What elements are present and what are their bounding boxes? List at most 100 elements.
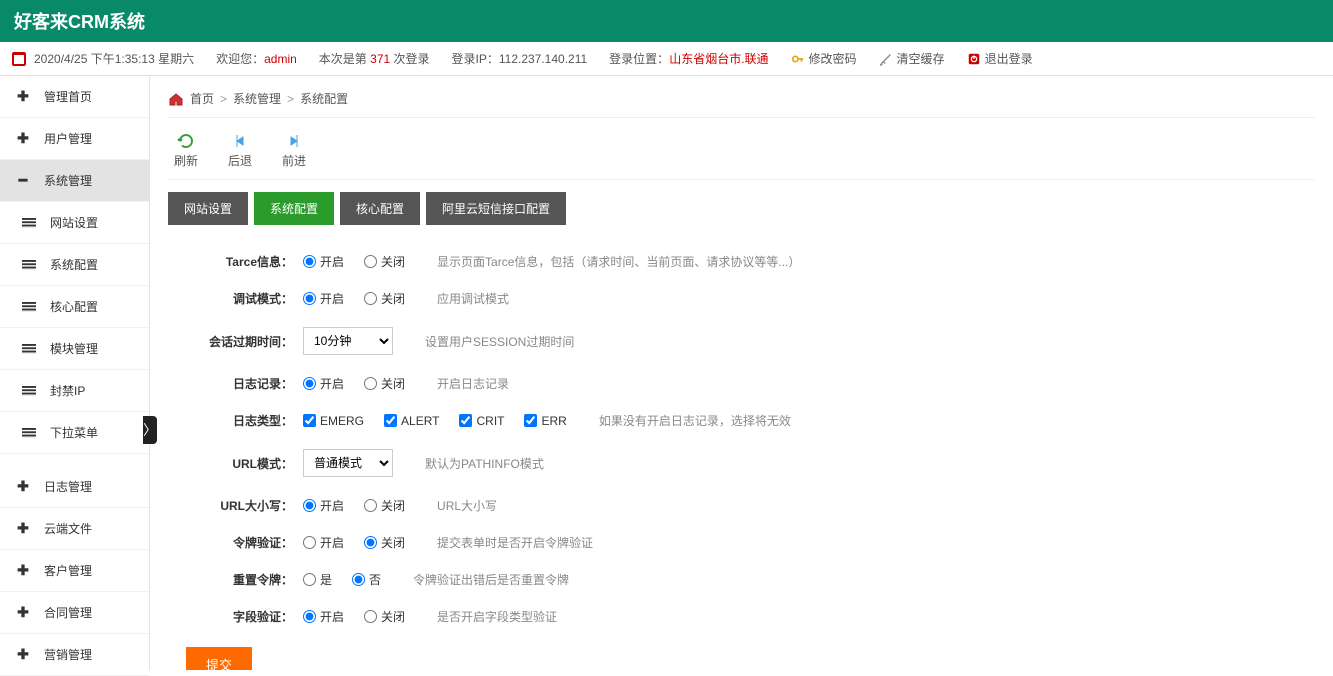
sidebar-item-8[interactable]: 下拉菜单 xyxy=(0,412,149,454)
breadcrumb-l2: 系统配置 xyxy=(300,90,348,107)
radio-urlcase-on[interactable]: 开启 xyxy=(303,497,344,514)
sidebar-item-9[interactable]: ✚日志管理 xyxy=(0,466,149,508)
sidebar-item-0[interactable]: ✚管理首页 xyxy=(0,76,149,118)
sidebar-item-12[interactable]: ✚合同管理 xyxy=(0,592,149,634)
refresh-button[interactable]: 刷新 xyxy=(174,132,198,169)
radio-input[interactable] xyxy=(303,255,316,268)
radio-input[interactable] xyxy=(364,536,377,549)
checkbox-err[interactable]: ERR xyxy=(524,414,566,428)
radio-debug-off[interactable]: 关闭 xyxy=(364,290,405,307)
change-password-link[interactable]: 修改密码 xyxy=(791,50,857,67)
forward-button[interactable]: 前进 xyxy=(282,132,306,169)
row-desc: 显示页面Tarce信息，包括（请求时间、当前页面、请求协议等等...） xyxy=(437,253,800,270)
checkbox-emerg[interactable]: EMERG xyxy=(303,414,364,428)
radio-input[interactable] xyxy=(303,499,316,512)
row-token: 令牌验证：开启关闭提交表单时是否开启令牌验证 xyxy=(168,524,1315,561)
radio-label: 开启 xyxy=(320,497,344,514)
radio-input[interactable] xyxy=(303,536,316,549)
row-field: 字段验证：开启关闭是否开启字段类型验证 xyxy=(168,598,1315,635)
radio-token-off[interactable]: 关闭 xyxy=(364,534,405,551)
radio-field-on[interactable]: 开启 xyxy=(303,608,344,625)
sidebar-item-label: 用户管理 xyxy=(44,130,92,147)
sidebar-item-10[interactable]: ✚云端文件 xyxy=(0,508,149,550)
sidebar-item-11[interactable]: ✚客户管理 xyxy=(0,550,149,592)
radio-trace-on[interactable]: 开启 xyxy=(303,253,344,270)
select-urlmode[interactable]: 普通模式 xyxy=(303,449,393,477)
checkbox-input[interactable] xyxy=(303,414,316,427)
sidebar-item-6[interactable]: 模块管理 xyxy=(0,328,149,370)
sidebar-item-label: 客户管理 xyxy=(44,562,92,579)
checkbox-input[interactable] xyxy=(524,414,537,427)
radio-input[interactable] xyxy=(364,610,377,623)
plus-icon: ✚ xyxy=(16,648,30,662)
row-control: 开启 关闭 应用调试模式 xyxy=(303,290,509,307)
logout-link[interactable]: 退出登录 xyxy=(967,50,1033,67)
checkbox-alert[interactable]: ALERT xyxy=(384,414,439,428)
sidebar-item-5[interactable]: 核心配置 xyxy=(0,286,149,328)
radio-input[interactable] xyxy=(364,255,377,268)
radio-input[interactable] xyxy=(303,610,316,623)
plus-icon: ✚ xyxy=(16,132,30,146)
row-log: 日志记录：开启关闭开启日志记录 xyxy=(168,365,1315,402)
list-icon xyxy=(22,344,36,354)
tab-3[interactable]: 阿里云短信接口配置 xyxy=(426,192,566,225)
config-form: Tarce信息：开启关闭显示页面Tarce信息，包括（请求时间、当前页面、请求协… xyxy=(168,243,1315,635)
submit-button[interactable]: 提交 xyxy=(186,647,252,670)
radio-urlcase-off[interactable]: 关闭 xyxy=(364,497,405,514)
radio-input[interactable] xyxy=(303,377,316,390)
radio-token-on[interactable]: 开启 xyxy=(303,534,344,551)
row-desc: 设置用户SESSION过期时间 xyxy=(425,333,574,350)
tab-2[interactable]: 核心配置 xyxy=(340,192,420,225)
tab-1[interactable]: 系统配置 xyxy=(254,192,334,225)
radio-input[interactable] xyxy=(303,573,316,586)
plus-icon: ✚ xyxy=(16,90,30,104)
select-session[interactable]: 10分钟 xyxy=(303,327,393,355)
radio-log-off[interactable]: 关闭 xyxy=(364,375,405,392)
sidebar-item-7[interactable]: 封禁IP xyxy=(0,370,149,412)
row-desc: 令牌验证出错后是否重置令牌 xyxy=(413,571,569,588)
row-reset_token: 重置令牌：是否令牌验证出错后是否重置令牌 xyxy=(168,561,1315,598)
row-control: 开启关闭URL大小写 xyxy=(303,497,497,514)
sidebar-item-13[interactable]: ✚营销管理 xyxy=(0,634,149,676)
checkbox-label: ALERT xyxy=(401,414,439,428)
radio-reset_token-yes[interactable]: 是 xyxy=(303,571,332,588)
sidebar-item-1[interactable]: ✚ 用户管理 xyxy=(0,118,149,160)
sidebar-item-label: 模块管理 xyxy=(50,340,98,357)
radio-input[interactable] xyxy=(303,292,316,305)
sidebar-collapse-handle[interactable]: 〉 xyxy=(143,416,157,444)
app-header: 好客来CRM系统 xyxy=(0,0,1333,42)
breadcrumb-l1[interactable]: 系统管理 xyxy=(233,90,281,107)
radio-label: 开启 xyxy=(320,253,344,270)
row-label: 日志类型： xyxy=(168,412,303,429)
sidebar-item-4[interactable]: 系统配置 xyxy=(0,244,149,286)
radio-reset_token-no[interactable]: 否 xyxy=(352,571,381,588)
clear-cache-link[interactable]: 清空缓存 xyxy=(879,50,945,67)
radio-debug-on[interactable]: 开启 xyxy=(303,290,344,307)
row-urlmode: URL模式：普通模式默认为PATHINFO模式 xyxy=(168,439,1315,487)
back-button[interactable]: 后退 xyxy=(228,132,252,169)
checkbox-input[interactable] xyxy=(459,414,472,427)
sidebar-item-3[interactable]: 网站设置 xyxy=(0,202,149,244)
radio-input[interactable] xyxy=(352,573,365,586)
checkbox-input[interactable] xyxy=(384,414,397,427)
row-debug: 调试模式：开启关闭应用调试模式 xyxy=(168,280,1315,317)
radio-input[interactable] xyxy=(364,377,377,390)
sidebar-item-label: 网站设置 xyxy=(50,214,98,231)
radio-log-on[interactable]: 开启 xyxy=(303,375,344,392)
radio-input[interactable] xyxy=(364,292,377,305)
row-trace: Tarce信息：开启关闭显示页面Tarce信息，包括（请求时间、当前页面、请求协… xyxy=(168,243,1315,280)
radio-label: 开启 xyxy=(320,608,344,625)
radio-input[interactable] xyxy=(364,499,377,512)
forward-icon xyxy=(285,132,303,150)
power-icon xyxy=(967,52,981,66)
plus-icon: ✚ xyxy=(16,606,30,620)
list-icon xyxy=(22,260,36,270)
checkbox-crit[interactable]: CRIT xyxy=(459,414,504,428)
radio-field-off[interactable]: 关闭 xyxy=(364,608,405,625)
sidebar-item-2[interactable]: ━系统管理 xyxy=(0,160,149,202)
row-desc: 应用调试模式 xyxy=(437,290,509,307)
radio-trace-off[interactable]: 关闭 xyxy=(364,253,405,270)
breadcrumb-home[interactable]: 首页 xyxy=(190,90,214,107)
back-icon xyxy=(231,132,249,150)
tab-0[interactable]: 网站设置 xyxy=(168,192,248,225)
